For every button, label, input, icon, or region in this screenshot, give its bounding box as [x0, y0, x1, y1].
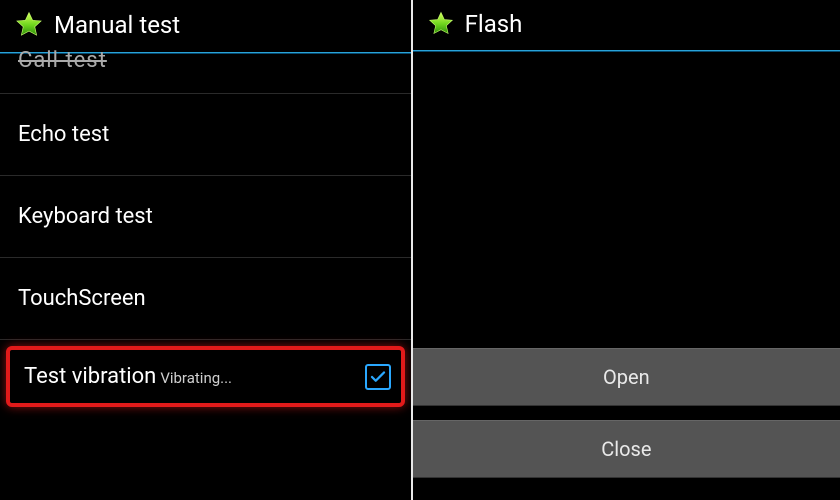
checkbox-checked-icon[interactable]: [365, 364, 391, 390]
list-item-label: TouchScreen: [18, 286, 393, 311]
manual-test-panel: Manual test Call test Echo test Keyboard…: [0, 0, 411, 500]
list-item-label: Echo test: [18, 122, 393, 147]
star-icon: [427, 10, 455, 38]
list-item-label: Test vibration: [24, 364, 156, 389]
list-item-sublabel: Vibrating...: [160, 369, 232, 387]
flash-panel: Flash Open Close: [413, 0, 840, 500]
header: Manual test: [0, 0, 411, 52]
list-item-echo-test[interactable]: Echo test: [0, 94, 411, 175]
flash-body: [413, 52, 840, 348]
header: Flash: [413, 0, 840, 50]
test-list: Call test Echo test Keyboard test TouchS…: [0, 54, 411, 500]
page-title: Manual test: [54, 11, 180, 39]
separator: [0, 339, 411, 340]
list-item-test-vibration[interactable]: Test vibration Vibrating...: [6, 346, 405, 407]
list-item-keyboard-test[interactable]: Keyboard test: [0, 176, 411, 257]
screenshot-pair: Manual test Call test Echo test Keyboard…: [0, 0, 840, 500]
list-item-call-test[interactable]: Call test: [0, 48, 411, 93]
list-item-label: Call test: [18, 48, 393, 73]
list-item-label: Keyboard test: [18, 204, 393, 229]
star-icon: [14, 10, 44, 40]
open-button[interactable]: Open: [413, 348, 840, 406]
page-title: Flash: [465, 10, 523, 38]
list-item-touchscreen[interactable]: TouchScreen: [0, 258, 411, 339]
close-button[interactable]: Close: [413, 420, 840, 478]
button-bar: Open Close: [413, 348, 840, 500]
